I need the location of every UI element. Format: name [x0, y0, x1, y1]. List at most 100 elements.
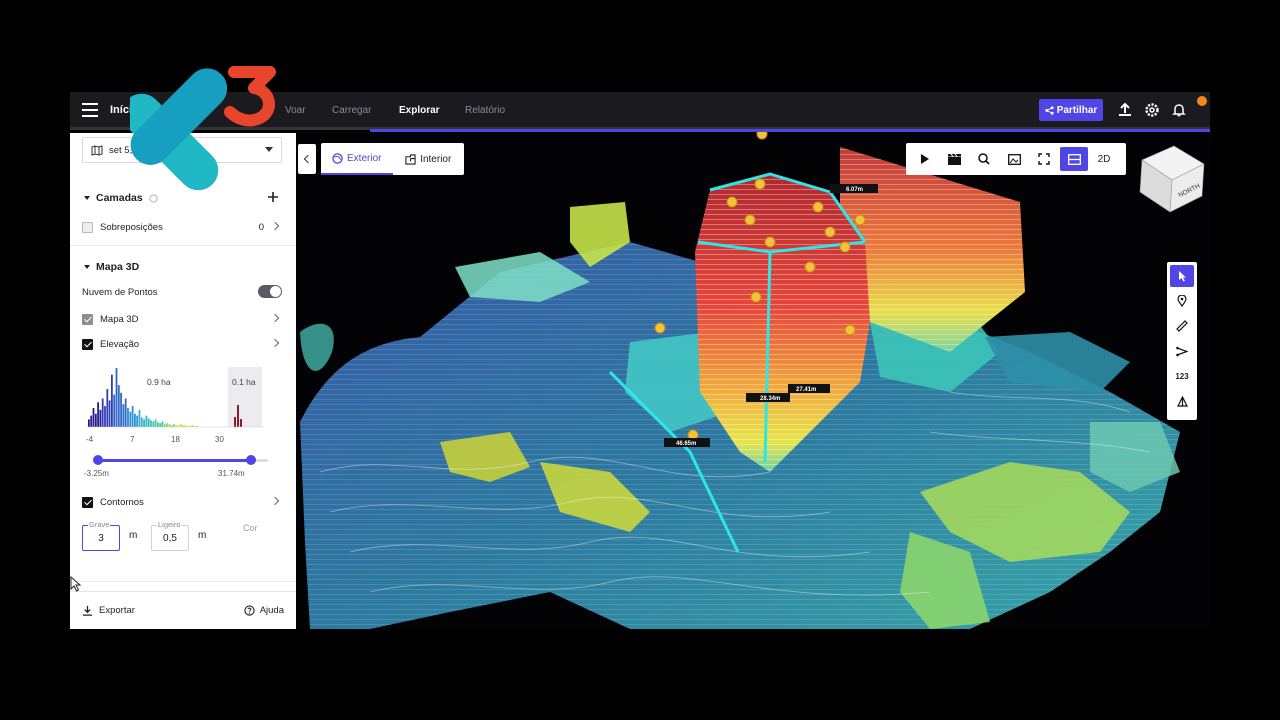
histogram-bar	[97, 402, 99, 427]
fullscreen-icon	[1038, 153, 1050, 165]
share-button[interactable]: Partilhar	[1039, 99, 1103, 121]
chevron-right-icon	[270, 338, 280, 348]
histogram-bar	[159, 423, 162, 427]
map3d-row[interactable]: Mapa 3D	[82, 311, 282, 327]
image-icon	[1007, 153, 1021, 165]
layers-sidebar: set 5, 20 Camadas Sobreposições 0 Mapa 3…	[70, 133, 296, 629]
layout-button[interactable]	[1060, 147, 1088, 171]
histogram-tick: 18	[171, 435, 180, 444]
histogram-bar	[161, 421, 164, 427]
contours-checkbox[interactable]	[82, 496, 93, 508]
clapperboard-icon	[947, 153, 961, 165]
point-cloud-label: Nuvem de Pontos	[82, 286, 158, 298]
collapse-sidebar-button[interactable]	[298, 144, 316, 174]
globe-icon	[332, 152, 343, 164]
point-cloud-toggle[interactable]	[258, 285, 282, 298]
slider-max-handle[interactable]	[246, 455, 256, 465]
histogram-bar	[129, 411, 132, 427]
distance-tool[interactable]	[1170, 315, 1194, 337]
elevation-range-slider[interactable]	[93, 455, 268, 465]
zoom-icon	[978, 153, 990, 165]
tab-interior-label: Interior	[420, 153, 452, 165]
select-tool[interactable]	[1170, 265, 1194, 287]
elevation-label: Elevação	[100, 338, 140, 350]
notification-bell-icon[interactable]	[1171, 102, 1187, 118]
light-unit: m	[198, 530, 207, 541]
heavy-contour-label: Grave	[88, 520, 111, 529]
help-button[interactable]: Ajuda	[244, 605, 284, 616]
histogram-bar	[234, 417, 236, 427]
download-icon	[82, 605, 93, 616]
histogram-bar	[108, 400, 111, 427]
tab-explorar[interactable]: Explorar	[399, 105, 440, 116]
volume-tool[interactable]	[1170, 390, 1194, 412]
histogram-bar	[138, 409, 141, 427]
navigation-cube[interactable]: NORTH	[1134, 140, 1206, 216]
histogram-bar	[90, 415, 93, 427]
elevation-histogram[interactable]	[86, 361, 264, 431]
histogram-bar	[173, 424, 175, 427]
color-label: Cor	[243, 523, 258, 533]
elevation-checkbox[interactable]	[82, 338, 93, 350]
tab-carregar[interactable]: Carregar	[332, 105, 371, 116]
image-view-button[interactable]	[1000, 147, 1028, 171]
fullscreen-button[interactable]	[1030, 147, 1058, 171]
tab-relatorio[interactable]: Relatório	[465, 105, 505, 116]
histogram-bar	[147, 418, 150, 427]
collapse-triangle-icon	[84, 265, 90, 269]
measurement-label-3: 28.34m	[760, 396, 780, 402]
export-label: Exportar	[99, 605, 135, 616]
tab-exterior-label: Exterior	[347, 152, 382, 164]
chevron-right-icon	[270, 221, 280, 231]
contours-label: Contornos	[100, 496, 144, 508]
tab-interior[interactable]: Interior	[393, 143, 465, 175]
elevation-row[interactable]: Elevação	[82, 336, 282, 352]
measurement-label-2: 27.41m	[796, 387, 816, 393]
floorplan-icon	[405, 153, 416, 165]
2d-view-button[interactable]: 2D	[1090, 147, 1118, 171]
range-max-value: 31.74m	[218, 469, 245, 478]
overlays-checkbox[interactable]	[82, 221, 93, 233]
mouse-cursor-icon	[70, 576, 82, 592]
play-button[interactable]	[910, 147, 938, 171]
histogram-bar	[94, 413, 97, 427]
map3d-checkbox[interactable]	[82, 313, 93, 325]
tab-voar[interactable]: Voar	[285, 105, 306, 116]
notification-indicator	[1197, 96, 1207, 106]
active-tab-underline	[370, 129, 1210, 132]
map3d-title: Mapa 3D	[96, 261, 140, 273]
overlays-row[interactable]: Sobreposições 0	[82, 219, 282, 235]
slider-fill	[98, 459, 251, 462]
export-button[interactable]: Exportar	[82, 605, 135, 616]
location-tool[interactable]	[1170, 290, 1194, 312]
divider	[70, 581, 296, 582]
map-icon	[91, 144, 103, 156]
coordinate-tool[interactable]: 123	[1170, 365, 1194, 387]
contours-row[interactable]: Contornos	[82, 494, 282, 510]
menu-icon[interactable]	[82, 103, 98, 117]
range-min-value: -3.25m	[84, 469, 109, 478]
clapper-button[interactable]	[940, 147, 968, 171]
settings-gear-icon[interactable]	[1144, 102, 1160, 118]
map3d-section-header[interactable]: Mapa 3D	[84, 261, 139, 273]
heavy-contour-value: 3	[98, 532, 104, 544]
chevron-right-icon	[270, 313, 280, 323]
histogram-bar	[127, 408, 129, 427]
histogram-area-right: 0.1 ha	[232, 377, 256, 387]
light-contour-value: 0,5	[163, 532, 177, 544]
histogram-bar	[150, 420, 152, 427]
histogram-tick: -4	[86, 435, 94, 444]
slider-min-handle[interactable]	[93, 455, 103, 465]
histogram-bar	[106, 389, 109, 427]
ruler-icon	[1176, 320, 1188, 332]
polyline-tool[interactable]	[1170, 340, 1194, 362]
histogram-area-left: 0.9 ha	[147, 377, 171, 387]
tab-exterior[interactable]: Exterior	[321, 143, 393, 175]
histogram-bar	[180, 424, 182, 427]
histogram-bar	[120, 392, 122, 427]
upload-icon[interactable]	[1117, 102, 1133, 118]
zoom-button[interactable]	[970, 147, 998, 171]
measurement-label-4: 46.65m	[676, 441, 696, 447]
collapse-triangle-icon	[84, 196, 90, 200]
view-mode-tabs: Exterior Interior	[321, 143, 464, 175]
